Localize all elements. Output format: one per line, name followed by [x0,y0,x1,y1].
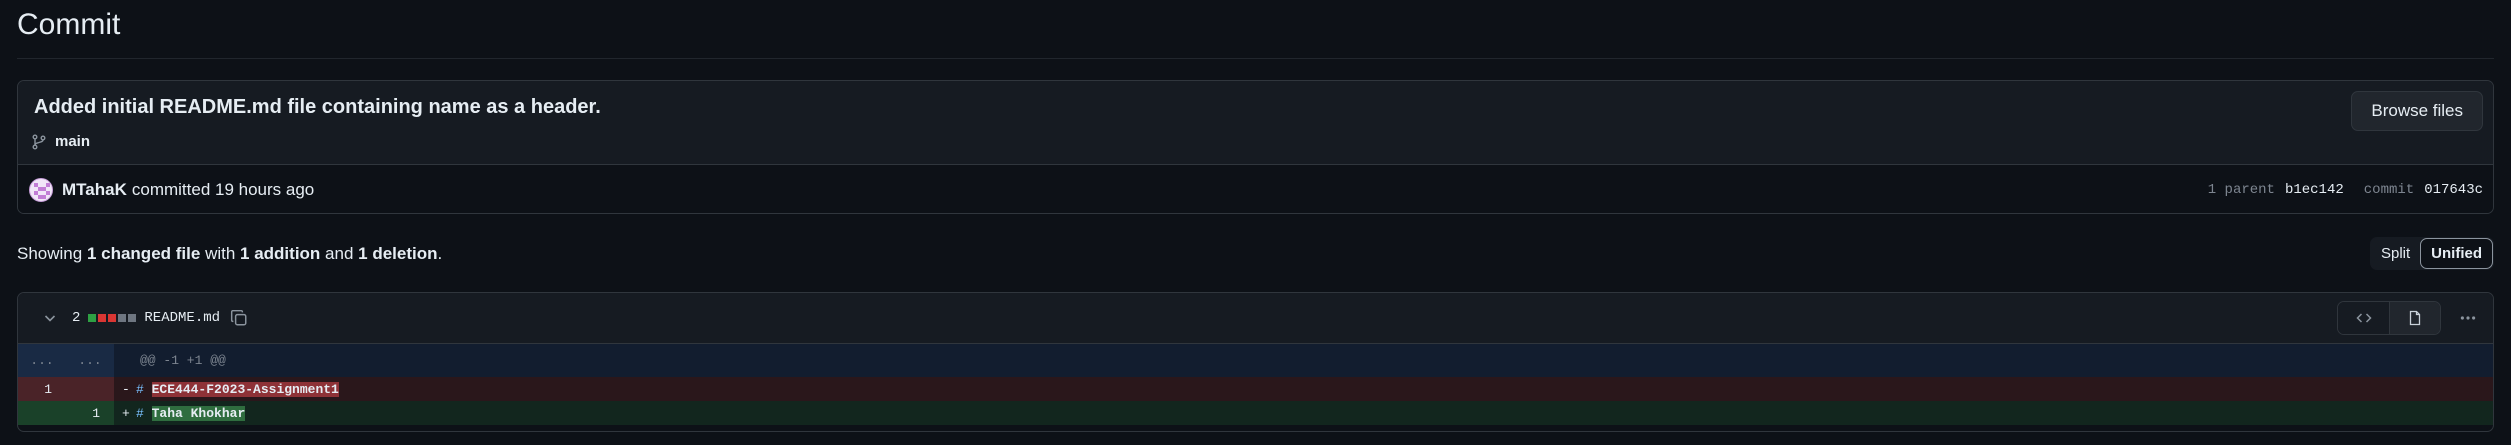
summary-with: with [205,244,236,263]
branch-name[interactable]: main [55,133,90,150]
new-line-number[interactable] [66,377,114,401]
old-line-number[interactable] [18,401,66,425]
kebab-horizontal-icon [2460,316,2476,320]
diff-sign-minus: - [122,381,130,397]
unified-view-button[interactable]: Unified [2420,238,2493,269]
added-text: Taha Khokhar [151,405,246,421]
summary-changed-files: 1 changed file [86,244,201,263]
file-name[interactable]: README.md [144,310,220,326]
parent-sha-link[interactable]: b1ec142 [2285,182,2344,198]
hunk-new-line[interactable]: ... [66,344,114,377]
file-diff: 2 README.md ... ... @@ -1 +1 @@ 1 - # EC… [17,292,2494,432]
commit-label: commit [2363,182,2415,198]
file-header: 2 README.md [18,293,2493,344]
deleted-line-code: - # ECE444-F2023-Assignment1 [114,381,339,397]
diff-summary: Showing 1 changed file with 1 addition a… [17,244,442,264]
title-divider [17,58,2494,59]
more-options-button[interactable] [2451,301,2485,335]
diffstat-bar [88,314,137,322]
markdown-hash: # [136,381,144,397]
rich-view-button[interactable] [2389,302,2440,334]
commit-time: committed 19 hours ago [131,180,315,199]
diff-sign-plus: + [122,405,130,421]
commit-sha: 017643c [2424,182,2483,198]
branch-indicator: main [31,133,90,150]
old-line-number[interactable]: 1 [18,377,66,401]
diffstat-block [98,314,107,322]
commit-refs: 1 parent b1ec142 commit 017643c [2207,165,2483,213]
markdown-hash: # [136,405,144,421]
file-change-count: 2 [72,310,81,326]
chevron-down-icon[interactable] [42,310,58,326]
file-icon [2409,310,2421,326]
commit-header: Added initial README.md file containing … [18,81,2493,165]
summary-prefix: Showing [17,244,83,263]
hunk-header-row[interactable]: ... ... @@ -1 +1 @@ [18,344,2493,377]
diffstat-block [128,314,137,322]
summary-and: and [325,244,354,263]
split-view-button[interactable]: Split [2371,238,2420,269]
author-avatar[interactable] [29,178,53,202]
diffstat-block [118,314,127,322]
diff-line-deleted: 1 - # ECE444-F2023-Assignment1 [18,377,2493,401]
deleted-text: ECE444-F2023-Assignment1 [151,381,339,397]
commit-meta-row: MTahaK committed 19 hours ago 1 parent b… [18,165,2493,213]
diff-line-added: 1 + # Taha Khokhar [18,401,2493,425]
hunk-header: @@ -1 +1 @@ [140,353,226,368]
commit-author[interactable]: MTahaK [62,180,127,200]
hunk-old-line[interactable]: ... [18,344,66,377]
browse-files-button[interactable]: Browse files [2351,91,2483,131]
view-mode-group [2337,301,2441,335]
copy-icon[interactable] [230,309,248,327]
commit-details-box: Added initial README.md file containing … [17,80,2494,214]
summary-suffix: . [437,244,443,263]
new-line-number[interactable]: 1 [66,401,114,425]
diff-view-toggle: Split Unified [2369,237,2494,270]
git-branch-icon [32,134,46,149]
file-actions [2337,301,2485,335]
added-line-code: + # Taha Khokhar [114,405,246,421]
summary-additions: 1 addition [240,244,321,263]
parent-label: 1 parent [2207,182,2275,198]
diffstat-block [88,314,97,322]
page-title: Commit [17,8,121,41]
diffstat-block [108,314,117,322]
source-view-button[interactable] [2338,302,2389,334]
summary-deletions: 1 deletion [358,244,438,263]
code-icon [2355,313,2372,323]
commit-message: Added initial README.md file containing … [34,96,601,118]
